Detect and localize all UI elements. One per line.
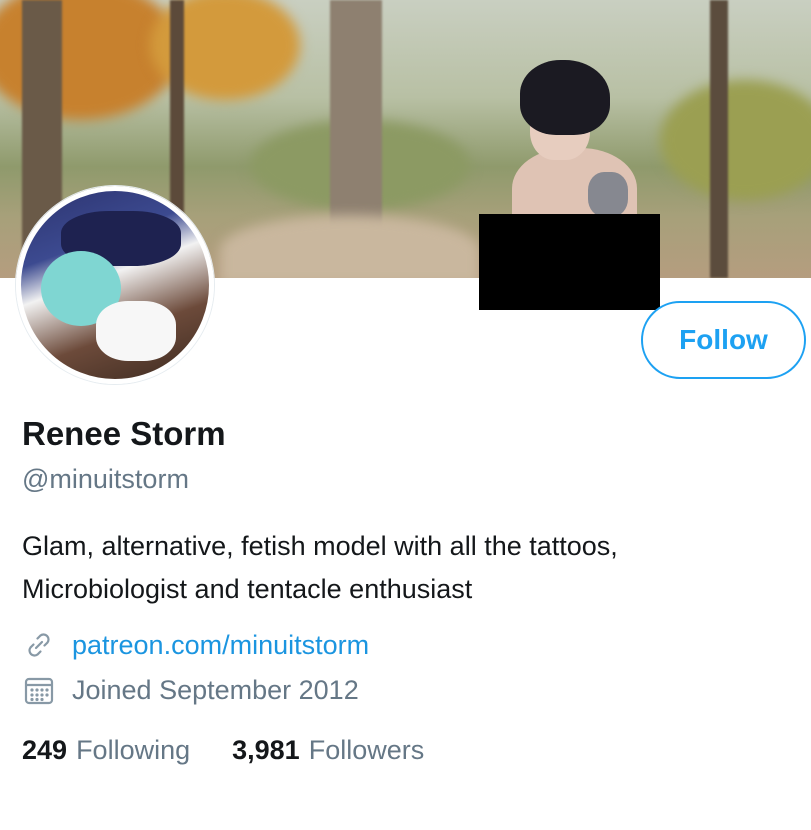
follow-button[interactable]: Follow: [641, 301, 806, 379]
banner-figure-tattoo: [588, 172, 628, 217]
banner-tree-trunk: [330, 0, 382, 250]
avatar[interactable]: [16, 186, 214, 384]
profile-name: Renee Storm: [22, 415, 226, 452]
profile-handle: @minuitstorm: [22, 464, 189, 494]
joined-date: Joined September 2012: [72, 674, 359, 705]
followers-label: Followers: [308, 735, 425, 765]
banner-foliage: [660, 80, 811, 200]
profile-bio: Glam, alternative, fetish model with all…: [22, 525, 802, 611]
avatar-glove: [96, 301, 176, 361]
followers-stat[interactable]: 3,981 Followers: [232, 735, 424, 766]
following-stat[interactable]: 249 Following: [22, 735, 190, 766]
banner-tree-trunk: [710, 0, 728, 278]
website-link[interactable]: patreon.com/minuitstorm: [72, 630, 369, 661]
following-label: Following: [76, 735, 191, 765]
website-row: patreon.com/minuitstorm: [22, 628, 369, 662]
joined-row: Joined September 2012: [22, 673, 359, 707]
bio-line: Glam, alternative, fetish model with all…: [22, 531, 618, 561]
followers-count: 3,981: [232, 735, 300, 765]
link-icon: [22, 628, 56, 662]
calendar-icon: [22, 673, 56, 707]
profile-stats: 249 Following 3,981 Followers: [22, 735, 424, 766]
following-count: 249: [22, 735, 68, 765]
bio-line: Microbiologist and tentacle enthusiast: [22, 574, 473, 604]
censor-bar: [479, 214, 660, 310]
banner-figure-hair: [520, 60, 610, 135]
banner-path: [220, 215, 480, 278]
